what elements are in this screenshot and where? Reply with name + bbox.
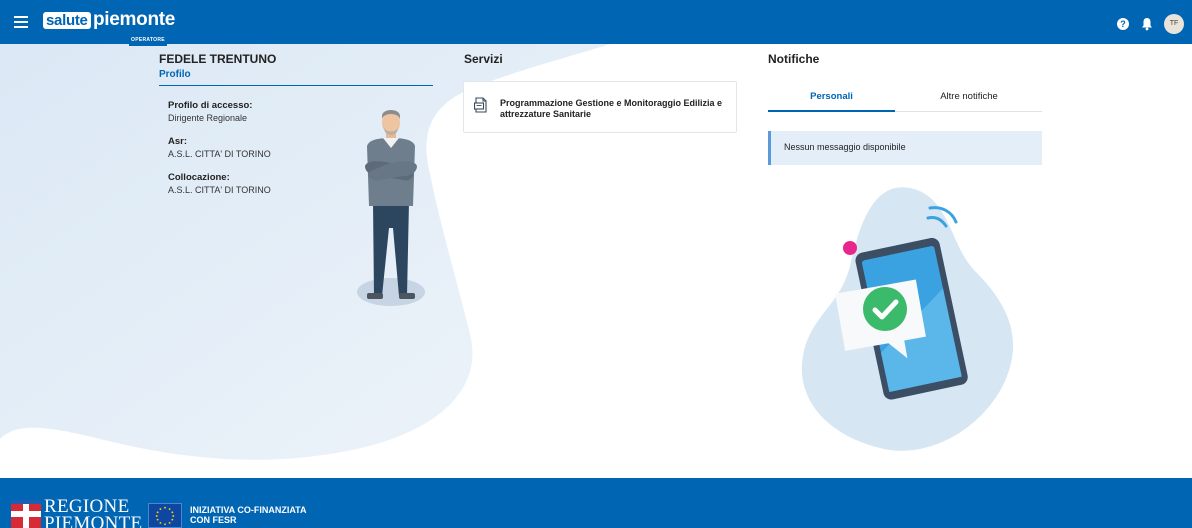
bell-icon[interactable] — [1141, 17, 1153, 31]
logo-word-text: piemonte — [93, 9, 176, 30]
notifications-title: Notifiche — [768, 52, 820, 66]
service-label: Programmazione Gestione e Monitoraggio E… — [500, 98, 723, 119]
question-circle-icon[interactable]: ? — [1117, 18, 1129, 30]
tab-altre-notifiche[interactable]: Altre notifiche — [895, 91, 1043, 102]
empty-message-text: Nessun messaggio disponibile — [784, 142, 906, 152]
collocazione-value: A.S.L. CITTA' DI TORINO — [168, 185, 271, 195]
access-profile-value: Dirigente Regionale — [168, 113, 248, 123]
profile-divider — [159, 85, 433, 86]
hamburger-icon[interactable] — [14, 16, 28, 28]
asr-value: A.S.L. CITTA' DI TORINO — [168, 149, 271, 159]
document-icon — [474, 97, 487, 113]
services-title: Servizi — [464, 52, 503, 66]
tab-personali[interactable]: Personali — [768, 91, 895, 102]
eu-flag-icon — [148, 503, 182, 528]
fesr-line1: INIZIATIVA CO-FINANZIATA — [190, 505, 307, 515]
access-profile-label: Profilo di accesso: — [168, 100, 253, 111]
top-bar: salute piemonte OPERATORE ? TF — [0, 0, 1192, 46]
asr-label: Asr: — [168, 136, 188, 147]
fesr-text: INIZIATIVA CO-FINANZIATA CON FESR — [190, 505, 306, 525]
phone-notification-illustration — [801, 187, 1014, 451]
footer: REGIONE PIEMONTE INIZIATIVA CO-FINANZIAT… — [0, 478, 1192, 528]
service-card[interactable]: Programmazione Gestione e Monitoraggio E… — [463, 81, 737, 133]
user-illustration — [357, 110, 425, 306]
logo-subtitle: OPERATORE — [131, 37, 165, 43]
regione-logo-text: REGIONE PIEMONTE — [44, 497, 143, 528]
profile-link[interactable]: Profilo — [159, 69, 191, 80]
avatar[interactable]: TF — [1164, 14, 1184, 34]
user-name: FEDELE TRENTUNO — [159, 52, 277, 66]
regione-crest-icon — [11, 500, 41, 528]
logo-box-text: salute — [43, 12, 91, 29]
collocazione-label: Collocazione: — [168, 172, 230, 183]
active-tab-indicator — [768, 110, 895, 112]
regione-line2: PIEMONTE — [44, 513, 143, 528]
fesr-line2: CON FESR — [190, 515, 237, 525]
empty-message-box: Nessun messaggio disponibile — [768, 131, 1042, 165]
